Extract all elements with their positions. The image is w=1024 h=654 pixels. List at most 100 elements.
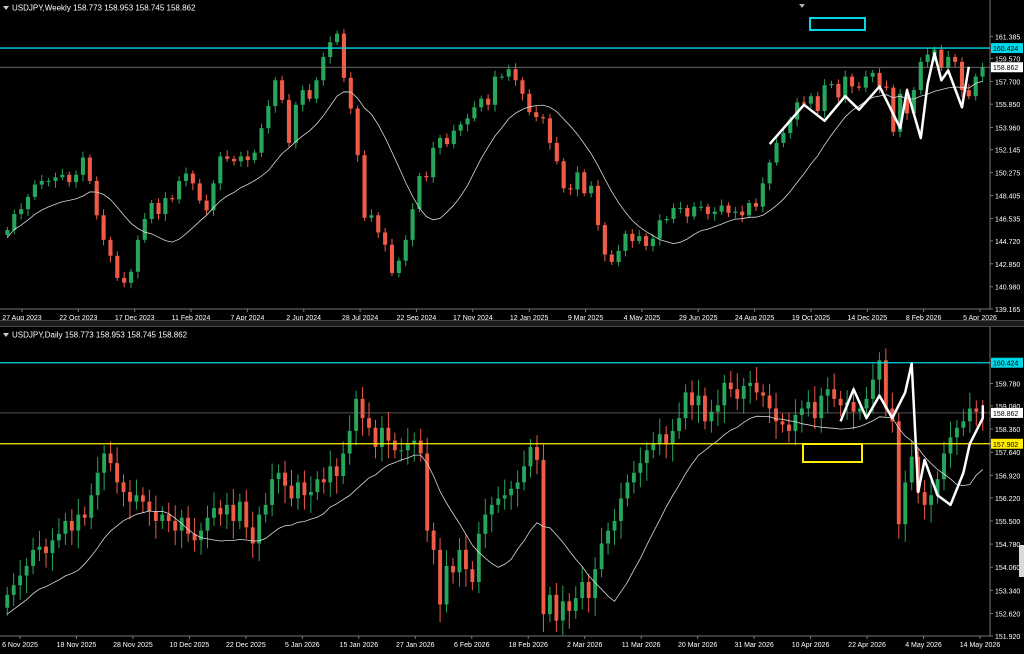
daily-candle (535, 447, 539, 460)
weekly-candle (362, 155, 367, 218)
daily-y-tick-label: 157.640 (995, 450, 1020, 457)
daily-candle (651, 443, 656, 451)
weekly-chart-svg[interactable]: 161.385159.570157.700155.850153.960152.1… (0, 0, 1024, 320)
weekly-candle (561, 161, 566, 189)
daily-y-tick-label: 156.920 (995, 473, 1020, 480)
chart-scroll-handle[interactable] (1019, 545, 1024, 577)
daily-candle (257, 514, 262, 544)
daily-x-tick-label: 28 Nov 2025 (113, 642, 153, 649)
weekly-candle (197, 183, 202, 201)
daily-candle (819, 395, 824, 419)
weekly-candle (280, 80, 285, 100)
weekly-candle (431, 147, 436, 178)
daily-candle (56, 533, 61, 541)
daily-candle (451, 565, 455, 573)
daily-candle (812, 402, 817, 419)
daily-candle (386, 427, 391, 441)
weekly-candle (513, 69, 518, 81)
daily-y-tick-label: 156.220 (995, 496, 1020, 503)
weekly-candle (458, 124, 463, 131)
weekly-candle (135, 239, 140, 272)
weekly-candle (225, 156, 230, 159)
daily-candle (761, 392, 766, 396)
daily-candle (179, 517, 184, 531)
daily-x-tick-label: 27 Jan 2026 (396, 642, 435, 649)
daily-candle (224, 504, 229, 515)
daily-candle (418, 440, 423, 454)
weekly-candle (939, 49, 944, 69)
weekly-candle (369, 215, 374, 218)
weekly-candle (410, 209, 415, 240)
daily-candle (69, 520, 74, 531)
daily-symbol-label: USDJPY,Daily (12, 330, 63, 340)
collapse-triangle-icon[interactable] (3, 332, 9, 337)
weekly-candle (506, 69, 511, 77)
weekly-candle (856, 86, 862, 88)
daily-candle (547, 594, 552, 615)
daily-x-tick-label: 18 Nov 2025 (57, 642, 97, 649)
weekly-candle (355, 108, 360, 156)
weekly-y-tick-label: 146.535 (995, 217, 1020, 224)
weekly-candle (231, 158, 237, 162)
weekly-candle (19, 209, 24, 215)
weekly-candle (582, 172, 587, 194)
weekly-candle (465, 118, 470, 125)
weekly-candle (438, 137, 443, 148)
daily-candle (690, 392, 694, 406)
daily-candle (657, 434, 662, 444)
daily-candle (664, 434, 669, 444)
weekly-candle (396, 260, 401, 273)
daily-moving-average-line (6, 415, 984, 615)
weekly-chart-header: USDJPY,Weekly 158.773 158.953 158.745 15… (3, 3, 195, 12)
weekly-candle (94, 180, 99, 216)
daily-target-box (802, 443, 863, 463)
weekly-candle (190, 173, 195, 184)
weekly-candle (719, 205, 724, 212)
daily-x-tick-label: 22 Apr 2026 (848, 642, 886, 649)
daily-candle (367, 418, 371, 428)
weekly-candle (808, 96, 813, 104)
daily-chart-svg[interactable]: 159.780159.080158.360157.640156.920156.2… (0, 327, 1024, 654)
daily-candle (315, 479, 320, 493)
daily-candle (438, 549, 443, 605)
daily-candle (967, 408, 972, 422)
panel-separator[interactable] (0, 320, 1024, 327)
daily-candle (321, 479, 326, 483)
daily-candle (341, 453, 346, 476)
weekly-candle (417, 176, 422, 210)
weekly-candle (760, 183, 765, 207)
daily-candle (825, 389, 830, 396)
daily-chart-panel[interactable]: 159.780 159.080 158.360 157.640 156.920 156.2… (0, 327, 1024, 654)
daily-candle (541, 459, 546, 615)
weekly-y-tick-label: 152.145 (995, 148, 1020, 155)
daily-candle (44, 546, 48, 554)
weekly-candle (25, 196, 31, 210)
weekly-candle (767, 162, 772, 184)
daily-candle (871, 379, 875, 399)
weekly-candle (829, 83, 834, 86)
daily-candle (476, 533, 481, 583)
daily-candle (715, 405, 720, 412)
weekly-candle (46, 180, 51, 182)
daily-candle (799, 408, 804, 415)
weekly-candle (300, 90, 305, 105)
daily-candle (528, 447, 533, 467)
daily-candle (463, 549, 468, 570)
daily-candle (787, 424, 791, 431)
weekly-candle (733, 211, 738, 213)
daily-candle (619, 498, 623, 521)
weekly-y-tick-label: 139.165 (995, 307, 1020, 314)
daily-chart-header: USDJPY,Daily 158.773 158.953 158.745 158… (3, 330, 187, 339)
daily-candle (954, 427, 959, 438)
weekly-candle (492, 76, 498, 105)
weekly-candle (884, 86, 889, 88)
weekly-candle (740, 211, 745, 216)
weekly-candle (534, 112, 539, 118)
weekly-chart-panel[interactable]: 161.385 159.570 157.700 155.850 153.960 152.1… (0, 0, 1024, 320)
weekly-candle (781, 133, 786, 143)
daily-candle (140, 495, 145, 502)
weekly-candle (128, 271, 134, 283)
weekly-candle (547, 118, 552, 143)
weekly-y-tick-label: 155.850 (995, 102, 1020, 109)
collapse-triangle-icon[interactable] (3, 5, 9, 10)
